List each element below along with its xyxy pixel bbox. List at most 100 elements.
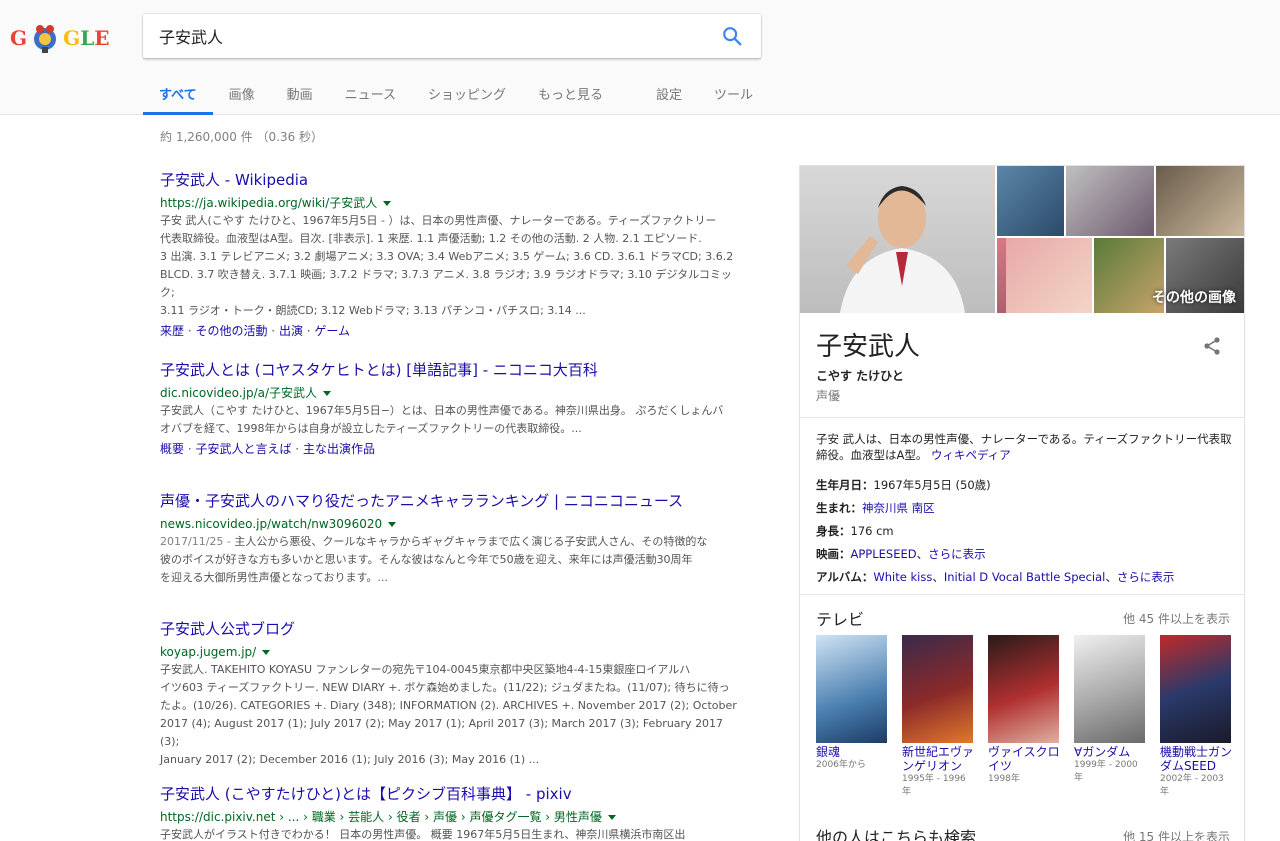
tv-poster-image[interactable] xyxy=(902,635,973,743)
search-result: 子安武人公式ブログ koyap.jugem.jp/ 子安武人. TAKEHITO… xyxy=(160,619,745,784)
dropdown-caret-icon[interactable] xyxy=(607,815,616,820)
tv-title[interactable]: 機動戦士ガンダムSEED xyxy=(1160,745,1232,773)
tv-carousel: 銀魂 2006年から 新世紀エヴァンゲリオン 1995年 - 1996年 ヴァイ… xyxy=(816,635,1244,799)
result-title-link[interactable]: 子安武人公式ブログ xyxy=(160,619,745,639)
gallery-image[interactable] xyxy=(1156,166,1244,236)
separator: 、 xyxy=(1105,570,1117,584)
share-icon[interactable] xyxy=(1202,336,1222,356)
tv-poster-image[interactable] xyxy=(1074,635,1145,743)
tv-item[interactable]: 新世紀エヴァンゲリオン 1995年 - 1996年 xyxy=(902,635,974,799)
fact-label: 身長： xyxy=(816,524,851,538)
sitelink[interactable]: 出演 xyxy=(279,324,303,338)
tv-title[interactable]: 新世紀エヴァンゲリオン xyxy=(902,745,974,773)
tv-item[interactable]: ヴァイスクロイツ 1998年 xyxy=(988,635,1060,799)
settings-link[interactable]: 設定 xyxy=(640,72,698,115)
gallery-image[interactable] xyxy=(997,166,1064,236)
result-url: dic.nicovideo.jp/a/子安武人 xyxy=(160,384,745,402)
separator: · xyxy=(267,324,279,338)
tools-link[interactable]: ツール xyxy=(698,72,769,115)
result-snippet: 子安武人. TAKEHITO KOYASU ファンレターの宛先〒104-0045… xyxy=(160,661,745,769)
tab-shopping[interactable]: ショッピング xyxy=(412,72,522,115)
fact-albums: アルバム：White kiss、Initial D Vocal Battle S… xyxy=(816,566,1236,589)
snippet-line: 3.11 ラジオ・トーク・朗読CD; 3.12 Webドラマ; 3.13 パチン… xyxy=(160,304,586,317)
dropdown-caret-icon[interactable] xyxy=(323,391,332,396)
tv-item[interactable]: 機動戦士ガンダムSEED 2002年 - 2003年 xyxy=(1160,635,1232,799)
result-snippet: 子安武人（こやす たけひと、1967年5月5日−）とは、日本の男性声優である。神… xyxy=(160,402,745,438)
fact-label: 映画： xyxy=(816,547,851,561)
tv-item[interactable]: ∀ガンダム 1999年 - 2000年 xyxy=(1074,635,1146,799)
tv-more-link[interactable]: 他 45 件以上を表示 xyxy=(1123,610,1230,627)
fact-label: 生まれ： xyxy=(816,501,862,515)
more-images-link[interactable]: その他の画像 xyxy=(1152,287,1236,307)
entity-description: 子安 武人は、日本の男性声優、ナレーターである。ティーズファクトリー代表取締役。… xyxy=(816,431,1232,463)
wikipedia-link[interactable]: ウィキペディア xyxy=(931,448,1011,462)
sitelink[interactable]: 主な出演作品 xyxy=(303,442,375,456)
entity-type: 声優 xyxy=(816,389,841,403)
result-title-link[interactable]: 子安武人とは (コヤスタケヒトとは) [単語記事] - ニコニコ大百科 xyxy=(160,360,745,380)
tab-images[interactable]: 画像 xyxy=(213,72,271,115)
result-title-link[interactable]: 声優・子安武人のハマり役だったアニメキャラランキング | ニコニコニュース xyxy=(160,491,745,511)
tv-title[interactable]: ∀ガンダム xyxy=(1074,745,1146,759)
knowledge-panel: その他の画像 子安武人 こやす たけひと 声優 子安 武人は、日本の男性声優、ナ… xyxy=(799,165,1245,841)
main-portrait-image[interactable] xyxy=(800,166,995,313)
show-more-link[interactable]: さらに表示 xyxy=(1117,570,1175,584)
tab-more[interactable]: もっと見る xyxy=(522,72,619,115)
gallery-image[interactable] xyxy=(1066,166,1154,236)
tv-year: 2006年から xyxy=(816,760,866,770)
tab-videos[interactable]: 動画 xyxy=(271,72,329,115)
logo-letter-g2: G xyxy=(63,26,81,50)
sitelink[interactable]: その他の活動 xyxy=(195,324,267,338)
fact-value-link[interactable]: Initial D Vocal Battle Special xyxy=(944,570,1106,584)
search-result: 子安武人 (こやすたけひと)とは【ピクシブ百科事典】 - pixiv https… xyxy=(160,784,745,841)
fact-value-link[interactable]: 神奈川県 南区 xyxy=(862,501,935,515)
divider xyxy=(800,594,1244,595)
dropdown-caret-icon[interactable] xyxy=(388,522,397,527)
dropdown-caret-icon[interactable] xyxy=(383,201,392,206)
fact-value-link[interactable]: APPLESEED xyxy=(851,547,917,561)
result-url-text: koyap.jugem.jp/ xyxy=(160,645,257,659)
logo-letter-e: E xyxy=(94,26,110,50)
search-input[interactable] xyxy=(159,24,699,48)
search-results: 子安武人 - Wikipedia https://ja.wikipedia.or… xyxy=(160,170,745,841)
result-title-link[interactable]: 子安武人 - Wikipedia xyxy=(160,170,745,190)
header: G G L E すべて 画像 動画 ニュース ショッピング もっと見る 設定 ツ… xyxy=(0,0,1280,115)
tv-poster-image[interactable] xyxy=(988,635,1059,743)
fact-value-link[interactable]: White kiss xyxy=(873,570,932,584)
tv-poster-image[interactable] xyxy=(1160,635,1231,743)
result-snippet: 子安 武人(こやす たけひと、1967年5月5日 - ）は、日本の男性声優、ナレ… xyxy=(160,212,745,320)
sitelink[interactable]: 来歴 xyxy=(160,324,184,338)
tv-title[interactable]: 銀魂 xyxy=(816,745,888,759)
search-tabs: すべて 画像 動画 ニュース ショッピング もっと見る xyxy=(143,72,619,115)
tab-all[interactable]: すべて xyxy=(143,72,213,115)
also-search-title: 他の人はこちらも検索 xyxy=(816,828,977,841)
result-url: news.nicovideo.jp/watch/nw3096020 xyxy=(160,515,745,533)
logo-letter-g1: G xyxy=(10,26,28,50)
google-doodle-logo[interactable]: G G L E xyxy=(10,18,110,58)
sitelink[interactable]: 子安武人と言えば xyxy=(195,442,291,456)
gallery-image[interactable] xyxy=(1006,238,1092,313)
also-search-more-link[interactable]: 他 15 件以上を表示 xyxy=(1123,828,1230,841)
search-icon[interactable] xyxy=(721,25,743,47)
separator: · xyxy=(184,442,196,456)
sitelink[interactable]: ゲーム xyxy=(314,324,350,338)
result-title-link[interactable]: 子安武人 (こやすたけひと)とは【ピクシブ百科事典】 - pixiv xyxy=(160,784,745,804)
dropdown-caret-icon[interactable] xyxy=(262,650,271,655)
tv-poster-image[interactable] xyxy=(816,635,887,743)
tv-item[interactable]: 銀魂 2006年から xyxy=(816,635,888,799)
tab-news[interactable]: ニュース xyxy=(329,72,412,115)
image-strip[interactable]: その他の画像 xyxy=(800,166,1244,313)
sitelinks: 概要 · 子安武人と言えば · 主な出演作品 xyxy=(160,440,745,458)
snippet-line: を迎える大御所男性声優となっております。... xyxy=(160,571,388,584)
separator: 、 xyxy=(916,547,929,561)
logo-letter-l: L xyxy=(80,26,95,50)
snippet-line: 子安武人がイラスト付きでわかる！ 日本の男性声優。 概要 1967年5月5日生ま… xyxy=(160,828,686,841)
show-more-link[interactable]: さらに表示 xyxy=(928,547,986,561)
result-stats: 約 1,260,000 件 （0.36 秒） xyxy=(160,130,324,144)
tv-title[interactable]: ヴァイスクロイツ xyxy=(988,745,1060,773)
search-result: 子安武人とは (コヤスタケヒトとは) [単語記事] - ニコニコ大百科 dic.… xyxy=(160,360,745,491)
snippet-line: January 2017 (2); December 2016 (1); Jul… xyxy=(160,753,540,766)
result-url-text: news.nicovideo.jp/watch/nw3096020 xyxy=(160,517,383,531)
tv-year: 1998年 xyxy=(988,774,1020,784)
fact-value: 1967年5月5日 (50歳) xyxy=(873,478,991,492)
sitelink[interactable]: 概要 xyxy=(160,442,184,456)
